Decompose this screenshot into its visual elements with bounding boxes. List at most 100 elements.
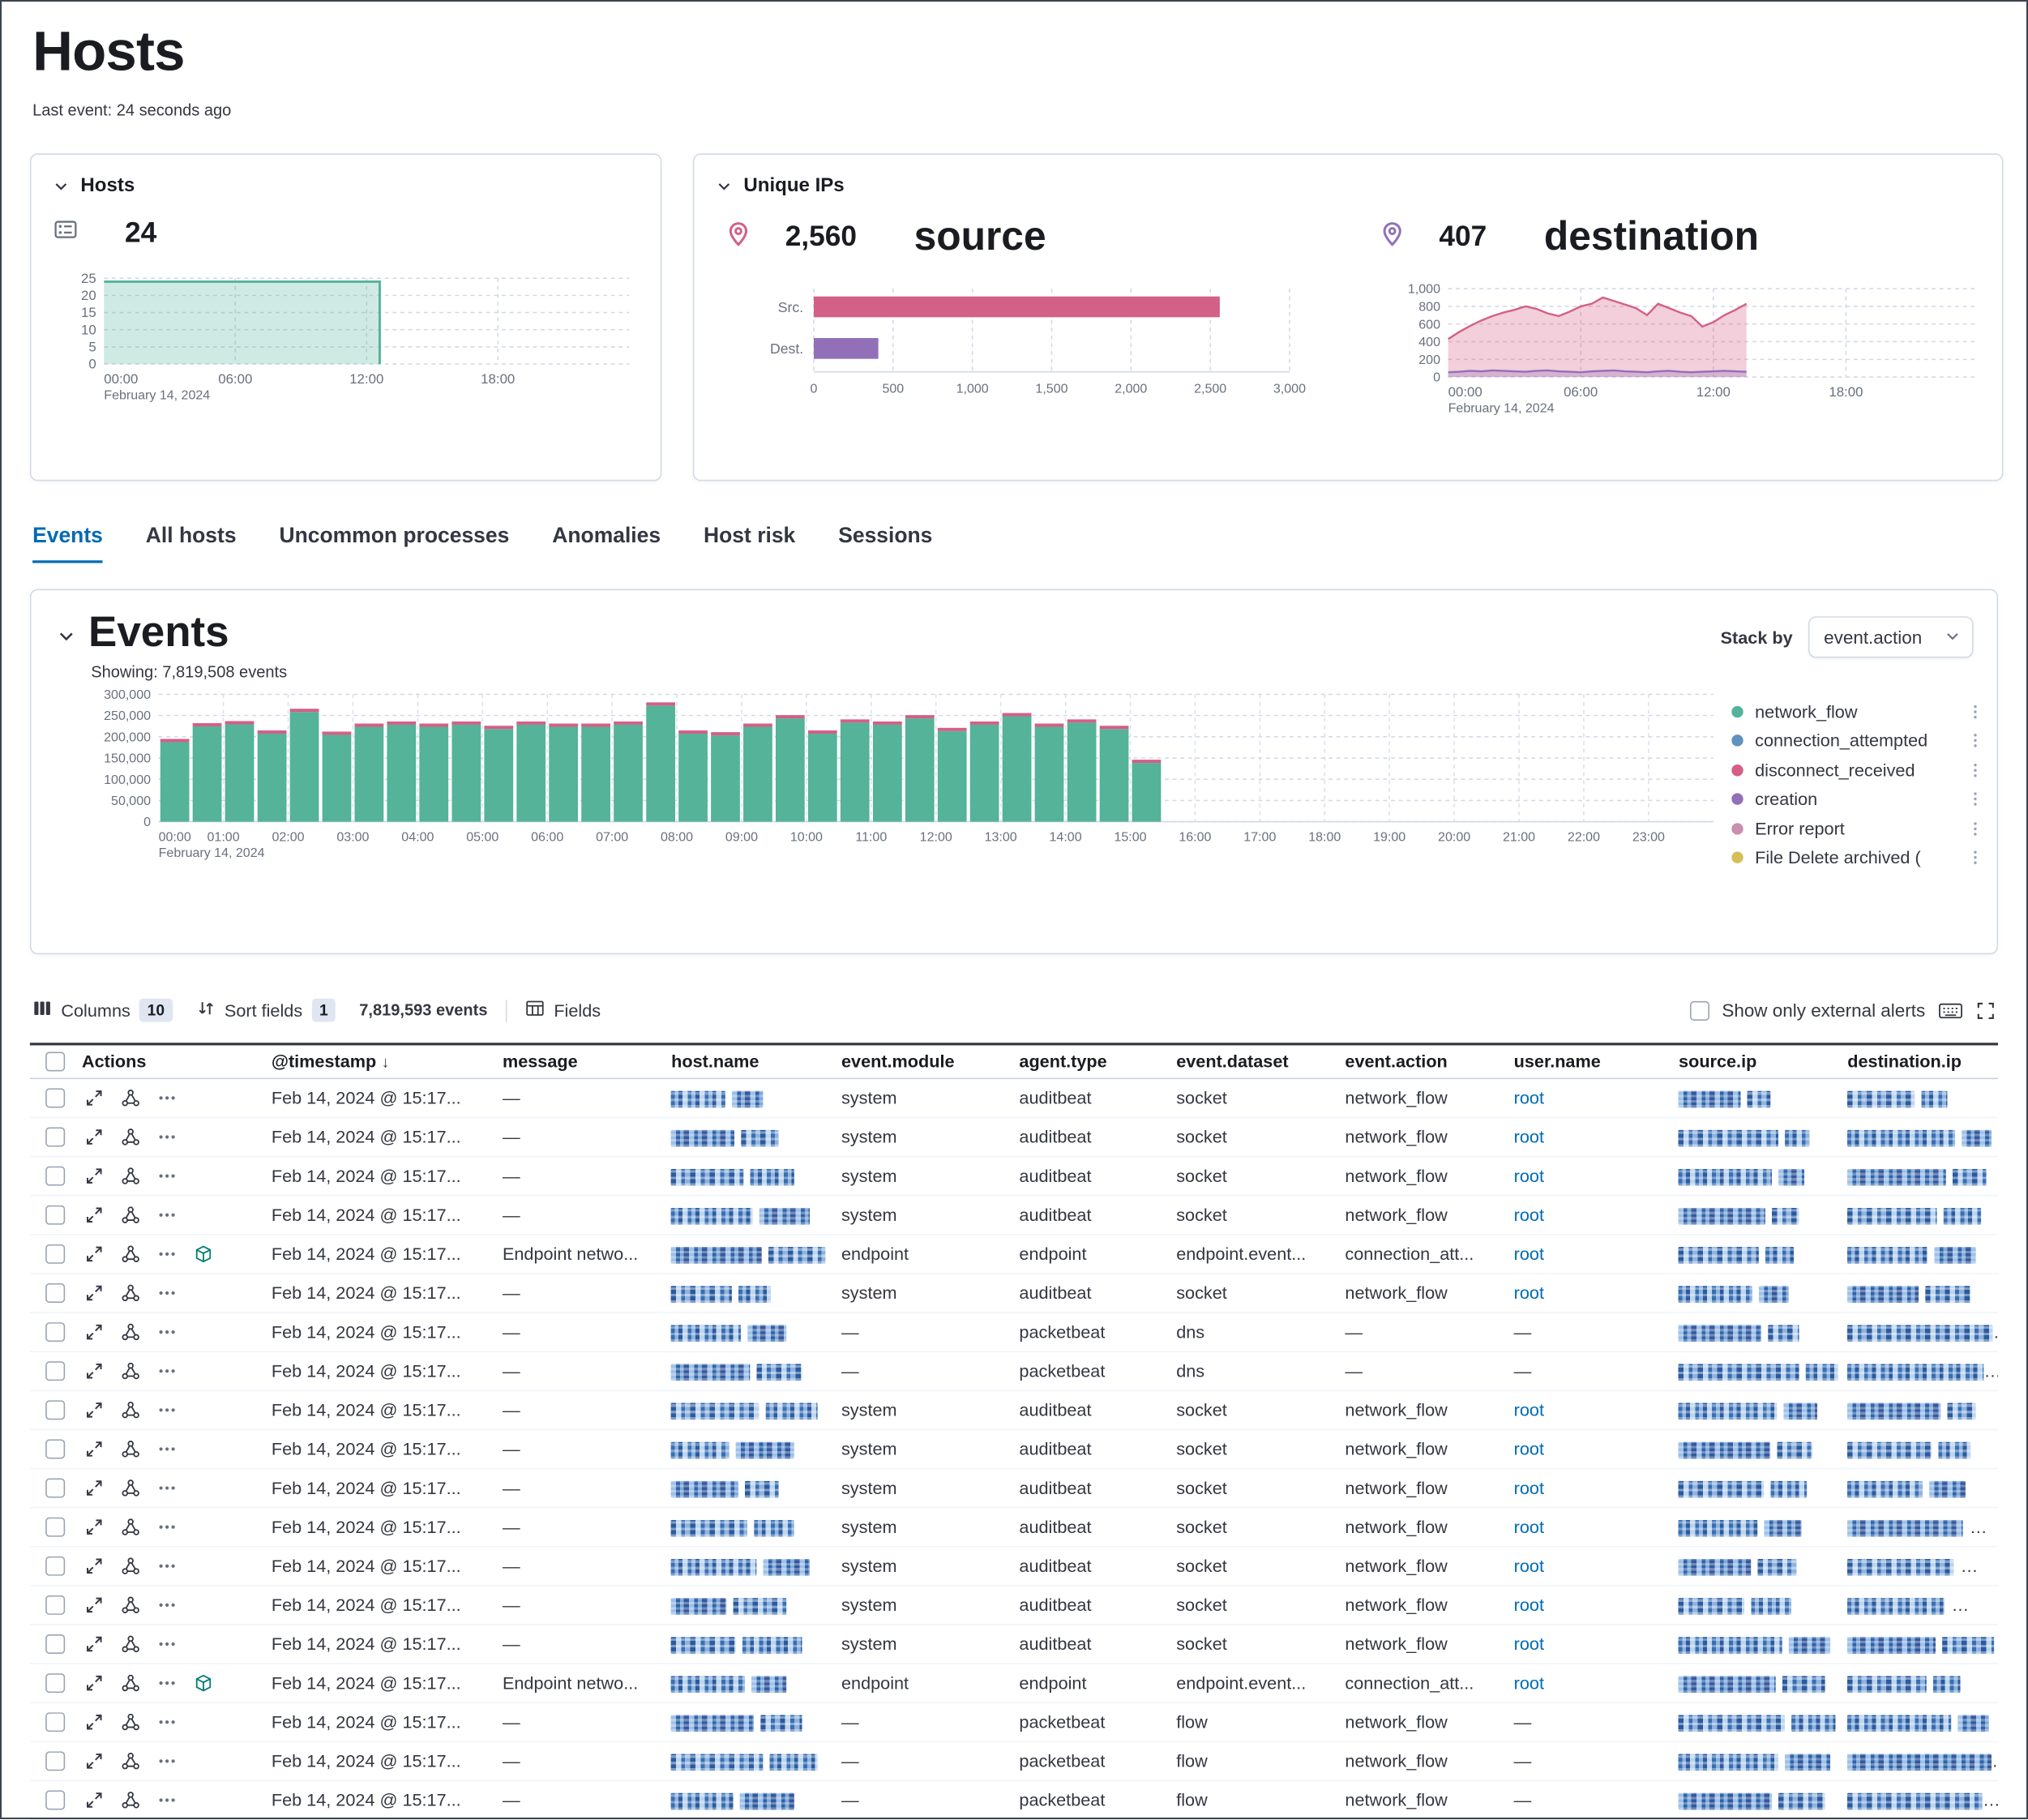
more-actions-icon[interactable] <box>157 1751 177 1771</box>
more-actions-icon[interactable] <box>157 1400 177 1420</box>
session-view-icon[interactable] <box>194 1673 213 1693</box>
tab-uncommon-processes[interactable]: Uncommon processes <box>279 524 509 563</box>
sort-fields-button[interactable]: Sort fields 1 <box>196 999 336 1022</box>
more-actions-icon[interactable] <box>157 1790 177 1809</box>
user-name-cell[interactable]: root <box>1506 1127 1671 1146</box>
expand-event-icon[interactable] <box>84 1790 104 1809</box>
more-actions-icon[interactable] <box>157 1088 177 1107</box>
user-name-cell[interactable]: root <box>1506 1595 1671 1615</box>
analyze-event-icon[interactable] <box>121 1322 140 1342</box>
row-checkbox[interactable] <box>46 1595 66 1615</box>
more-actions-icon[interactable] <box>157 1205 177 1225</box>
user-name-cell[interactable]: root <box>1506 1244 1671 1264</box>
row-checkbox[interactable] <box>46 1167 66 1186</box>
expand-event-icon[interactable] <box>84 1479 104 1498</box>
stack-by-select[interactable]: event.action <box>1808 616 1974 657</box>
analyze-event-icon[interactable] <box>121 1479 140 1498</box>
analyze-event-icon[interactable] <box>121 1790 140 1809</box>
tab-sessions[interactable]: Sessions <box>838 524 932 563</box>
expand-event-icon[interactable] <box>84 1518 104 1537</box>
analyze-event-icon[interactable] <box>121 1595 140 1615</box>
analyze-event-icon[interactable] <box>121 1439 140 1458</box>
expand-event-icon[interactable] <box>84 1167 104 1186</box>
tab-anomalies[interactable]: Anomalies <box>552 524 661 563</box>
user-name-cell[interactable]: root <box>1506 1439 1671 1458</box>
legend-more-actions-icon[interactable] <box>1964 791 1986 808</box>
user-name-cell[interactable]: root <box>1506 1479 1671 1498</box>
analyze-event-icon[interactable] <box>121 1167 140 1186</box>
more-actions-icon[interactable] <box>157 1127 177 1146</box>
legend-more-actions-icon[interactable] <box>1964 820 1986 837</box>
expand-event-icon[interactable] <box>84 1595 104 1615</box>
expand-event-icon[interactable] <box>84 1244 104 1264</box>
analyze-event-icon[interactable] <box>121 1712 140 1732</box>
more-actions-icon[interactable] <box>157 1244 177 1264</box>
expand-event-icon[interactable] <box>84 1673 104 1693</box>
unique-ips-collapse-chevron-icon[interactable] <box>717 178 732 193</box>
events-collapse-chevron-icon[interactable] <box>58 627 75 644</box>
user-name-cell[interactable]: root <box>1506 1400 1671 1420</box>
more-actions-icon[interactable] <box>157 1283 177 1303</box>
columns-button[interactable]: Columns 10 <box>32 999 173 1022</box>
column-header-eventaction[interactable]: event.action <box>1337 1051 1506 1071</box>
more-actions-icon[interactable] <box>157 1557 177 1576</box>
row-checkbox[interactable] <box>46 1518 66 1537</box>
row-checkbox[interactable] <box>46 1790 66 1809</box>
expand-event-icon[interactable] <box>84 1205 104 1225</box>
user-name-cell[interactable]: root <box>1506 1673 1671 1693</box>
more-actions-icon[interactable] <box>157 1439 177 1458</box>
analyze-event-icon[interactable] <box>121 1634 140 1654</box>
row-checkbox[interactable] <box>46 1751 66 1771</box>
analyze-event-icon[interactable] <box>121 1557 140 1576</box>
expand-event-icon[interactable] <box>84 1322 104 1342</box>
analyze-event-icon[interactable] <box>121 1361 140 1381</box>
expand-event-icon[interactable] <box>84 1751 104 1771</box>
more-actions-icon[interactable] <box>157 1673 177 1693</box>
analyze-event-icon[interactable] <box>121 1518 140 1537</box>
analyze-event-icon[interactable] <box>121 1127 140 1146</box>
user-name-cell[interactable]: root <box>1506 1167 1671 1186</box>
expand-event-icon[interactable] <box>84 1127 104 1146</box>
legend-item-creation[interactable]: creation <box>1731 785 1986 814</box>
legend-more-actions-icon[interactable] <box>1964 850 1986 867</box>
more-actions-icon[interactable] <box>157 1634 177 1654</box>
legend-item-network-flow[interactable]: network_flow <box>1731 697 1986 726</box>
user-name-cell[interactable]: root <box>1506 1557 1671 1576</box>
row-checkbox[interactable] <box>46 1673 66 1693</box>
row-checkbox[interactable] <box>46 1088 66 1107</box>
column-header-sourceip[interactable]: source.ip <box>1671 1051 1839 1071</box>
expand-event-icon[interactable] <box>84 1634 104 1654</box>
more-actions-icon[interactable] <box>157 1518 177 1537</box>
user-name-cell[interactable]: root <box>1506 1088 1671 1107</box>
column-header-eventdataset[interactable]: event.dataset <box>1169 1051 1337 1071</box>
select-all-checkbox[interactable] <box>46 1051 66 1071</box>
user-name-cell[interactable]: root <box>1506 1518 1671 1537</box>
more-actions-icon[interactable] <box>157 1595 177 1615</box>
legend-item-file-delete-archived[interactable]: File Delete archived ( <box>1731 843 1986 871</box>
row-checkbox[interactable] <box>46 1322 66 1342</box>
more-actions-icon[interactable] <box>157 1361 177 1381</box>
row-checkbox[interactable] <box>46 1712 66 1732</box>
legend-more-actions-icon[interactable] <box>1964 761 1986 778</box>
legend-item-disconnect-received[interactable]: disconnect_received <box>1731 756 1986 785</box>
hosts-panel-collapse-chevron-icon[interactable] <box>53 178 69 193</box>
column-header-hostname[interactable]: host.name <box>664 1051 834 1071</box>
tab-host-risk[interactable]: Host risk <box>704 524 795 563</box>
row-checkbox[interactable] <box>46 1205 66 1225</box>
column-header-username[interactable]: user.name <box>1506 1051 1671 1071</box>
row-checkbox[interactable] <box>46 1557 66 1576</box>
expand-event-icon[interactable] <box>84 1557 104 1576</box>
row-checkbox[interactable] <box>46 1361 66 1381</box>
expand-event-icon[interactable] <box>84 1088 104 1107</box>
column-header-destinationip[interactable]: destination.ip <box>1840 1051 1998 1071</box>
legend-more-actions-icon[interactable] <box>1964 703 1986 720</box>
expand-event-icon[interactable] <box>84 1361 104 1381</box>
keyboard-shortcuts-icon[interactable] <box>1938 1000 1962 1020</box>
fullscreen-icon[interactable] <box>1976 1000 1996 1020</box>
session-view-icon[interactable] <box>194 1244 213 1264</box>
column-header-message[interactable]: message <box>494 1051 663 1071</box>
row-checkbox[interactable] <box>46 1283 66 1303</box>
tab-events[interactable]: Events <box>32 524 103 563</box>
more-actions-icon[interactable] <box>157 1712 177 1732</box>
user-name-cell[interactable]: root <box>1506 1283 1671 1303</box>
